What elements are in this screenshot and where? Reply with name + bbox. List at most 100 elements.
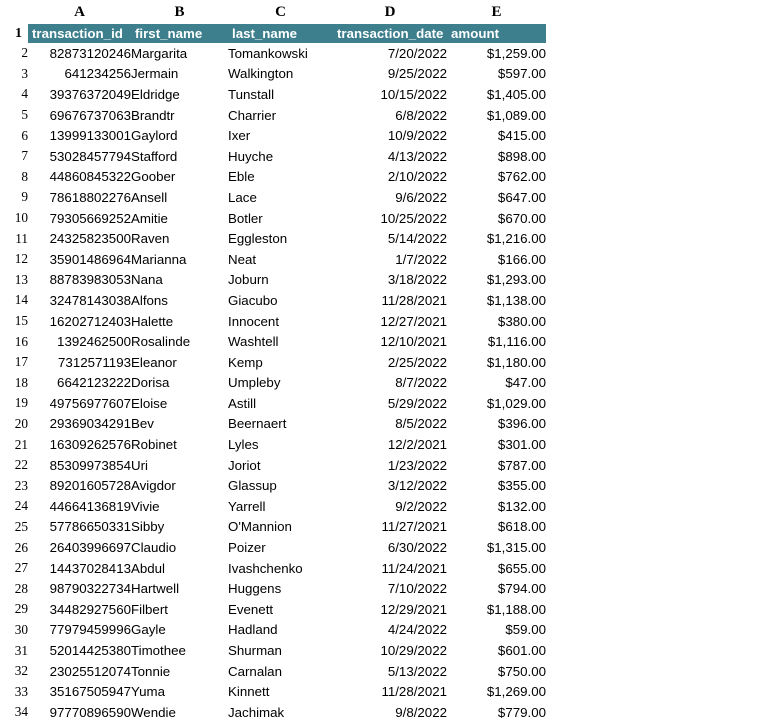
cell-amount[interactable]: $670.00 xyxy=(447,208,546,229)
cell-transaction-date[interactable]: 12/27/2021 xyxy=(333,311,447,332)
cell-last-name[interactable]: Joburn xyxy=(228,270,333,291)
row-number[interactable]: 28 xyxy=(0,578,28,599)
cell-amount[interactable]: $1,405.00 xyxy=(447,84,546,105)
cell-last-name[interactable]: Joriot xyxy=(228,455,333,476)
row-number[interactable]: 21 xyxy=(0,434,28,455)
cell-transaction-id[interactable]: 44664136819 xyxy=(28,496,131,517)
cell-first-name[interactable]: Gaylord xyxy=(131,125,228,146)
row-number[interactable]: 16 xyxy=(0,331,28,352)
cell-amount[interactable]: $301.00 xyxy=(447,434,546,455)
cell-first-name[interactable]: Robinet xyxy=(131,434,228,455)
cell-transaction-id[interactable]: 16309262576 xyxy=(28,434,131,455)
cell-transaction-id[interactable]: 98790322734 xyxy=(28,578,131,599)
row-number[interactable]: 8 xyxy=(0,167,28,188)
cell-transaction-id[interactable]: 16202712403 xyxy=(28,311,131,332)
cell-first-name[interactable]: Hartwell xyxy=(131,578,228,599)
cell-amount[interactable]: $794.00 xyxy=(447,578,546,599)
row-number[interactable]: 12 xyxy=(0,249,28,270)
cell-first-name[interactable]: Ansell xyxy=(131,187,228,208)
cell-last-name[interactable]: Hadland xyxy=(228,620,333,641)
cell-last-name[interactable]: Kemp xyxy=(228,352,333,373)
row-number[interactable]: 20 xyxy=(0,414,28,435)
cell-last-name[interactable]: Lyles xyxy=(228,434,333,455)
row-number[interactable]: 24 xyxy=(0,496,28,517)
cell-transaction-id[interactable]: 69676737063 xyxy=(28,105,131,126)
cell-first-name[interactable]: Avigdor xyxy=(131,475,228,496)
cell-transaction-id[interactable]: 85309973854 xyxy=(28,455,131,476)
cell-amount[interactable]: $1,089.00 xyxy=(447,105,546,126)
cell-transaction-date[interactable]: 11/27/2021 xyxy=(333,517,447,538)
cell-transaction-id[interactable]: 641234256 xyxy=(28,64,131,85)
row-number[interactable]: 22 xyxy=(0,455,28,476)
row-number[interactable]: 19 xyxy=(0,393,28,414)
cell-first-name[interactable]: Dorisa xyxy=(131,373,228,394)
row-number[interactable]: 10 xyxy=(0,208,28,229)
cell-transaction-date[interactable]: 3/12/2022 xyxy=(333,475,447,496)
cell-transaction-date[interactable]: 4/24/2022 xyxy=(333,620,447,641)
row-number[interactable]: 11 xyxy=(0,228,28,249)
cell-first-name[interactable]: Marianna xyxy=(131,249,228,270)
row-number[interactable]: 4 xyxy=(0,84,28,105)
cell-transaction-date[interactable]: 12/10/2021 xyxy=(333,331,447,352)
cell-transaction-id[interactable]: 77979459996 xyxy=(28,620,131,641)
cell-transaction-date[interactable]: 12/29/2021 xyxy=(333,599,447,620)
cell-last-name[interactable]: Giacubo xyxy=(228,290,333,311)
cell-transaction-date[interactable]: 3/18/2022 xyxy=(333,270,447,291)
cell-transaction-id[interactable]: 29369034291 xyxy=(28,414,131,435)
cell-transaction-id[interactable]: 82873120246 xyxy=(28,43,131,64)
cell-last-name[interactable]: Jachimak xyxy=(228,702,333,723)
row-number[interactable]: 9 xyxy=(0,187,28,208)
row-number[interactable]: 7 xyxy=(0,146,28,167)
cell-transaction-id[interactable]: 57786650331 xyxy=(28,517,131,538)
cell-transaction-date[interactable]: 4/13/2022 xyxy=(333,146,447,167)
cell-transaction-id[interactable]: 78618802276 xyxy=(28,187,131,208)
cell-last-name[interactable]: Washtell xyxy=(228,331,333,352)
cell-transaction-date[interactable]: 11/28/2021 xyxy=(333,290,447,311)
cell-transaction-id[interactable]: 14437028413 xyxy=(28,558,131,579)
cell-last-name[interactable]: Ixer xyxy=(228,125,333,146)
column-header-c[interactable]: C xyxy=(228,0,333,24)
cell-first-name[interactable]: Gayle xyxy=(131,620,228,641)
column-header-e[interactable]: E xyxy=(447,0,546,24)
cell-last-name[interactable]: Neat xyxy=(228,249,333,270)
cell-amount[interactable]: $647.00 xyxy=(447,187,546,208)
cell-amount[interactable]: $1,180.00 xyxy=(447,352,546,373)
row-number[interactable]: 34 xyxy=(0,702,28,723)
cell-first-name[interactable]: Goober xyxy=(131,167,228,188)
cell-transaction-id[interactable]: 7312571193 xyxy=(28,352,131,373)
cell-last-name[interactable]: Umpleby xyxy=(228,373,333,394)
cell-transaction-id[interactable]: 35901486964 xyxy=(28,249,131,270)
cell-amount[interactable]: $762.00 xyxy=(447,167,546,188)
cell-transaction-id[interactable]: 79305669252 xyxy=(28,208,131,229)
cell-transaction-id[interactable]: 49756977607 xyxy=(28,393,131,414)
cell-last-name[interactable]: Charrier xyxy=(228,105,333,126)
cell-amount[interactable]: $1,216.00 xyxy=(447,228,546,249)
row-number[interactable]: 15 xyxy=(0,311,28,332)
cell-first-name[interactable]: Nana xyxy=(131,270,228,291)
cell-transaction-id[interactable]: 1392462500 xyxy=(28,331,131,352)
cell-transaction-date[interactable]: 7/10/2022 xyxy=(333,578,447,599)
cell-first-name[interactable]: Vivie xyxy=(131,496,228,517)
column-header-a[interactable]: A xyxy=(28,0,131,24)
cell-transaction-id[interactable]: 23025512074 xyxy=(28,661,131,682)
cell-first-name[interactable]: Claudio xyxy=(131,537,228,558)
cell-transaction-id[interactable]: 44860845322 xyxy=(28,167,131,188)
cell-first-name[interactable]: Eldridge xyxy=(131,84,228,105)
cell-last-name[interactable]: Tunstall xyxy=(228,84,333,105)
cell-transaction-date[interactable]: 9/2/2022 xyxy=(333,496,447,517)
cell-transaction-id[interactable]: 52014425380 xyxy=(28,640,131,661)
cell-first-name[interactable]: Eloise xyxy=(131,393,228,414)
cell-transaction-date[interactable]: 9/6/2022 xyxy=(333,187,447,208)
row-number[interactable]: 2 xyxy=(0,43,28,64)
cell-last-name[interactable]: Tomankowski xyxy=(228,43,333,64)
cell-transaction-id[interactable]: 32478143038 xyxy=(28,290,131,311)
cell-transaction-date[interactable]: 9/25/2022 xyxy=(333,64,447,85)
row-number[interactable]: 5 xyxy=(0,105,28,126)
cell-transaction-date[interactable]: 5/29/2022 xyxy=(333,393,447,414)
cell-amount[interactable]: $166.00 xyxy=(447,249,546,270)
cell-transaction-date[interactable]: 10/15/2022 xyxy=(333,84,447,105)
row-number[interactable]: 3 xyxy=(0,64,28,85)
cell-transaction-date[interactable]: 11/28/2021 xyxy=(333,681,447,702)
cell-first-name[interactable]: Timothee xyxy=(131,640,228,661)
cell-first-name[interactable]: Uri xyxy=(131,455,228,476)
